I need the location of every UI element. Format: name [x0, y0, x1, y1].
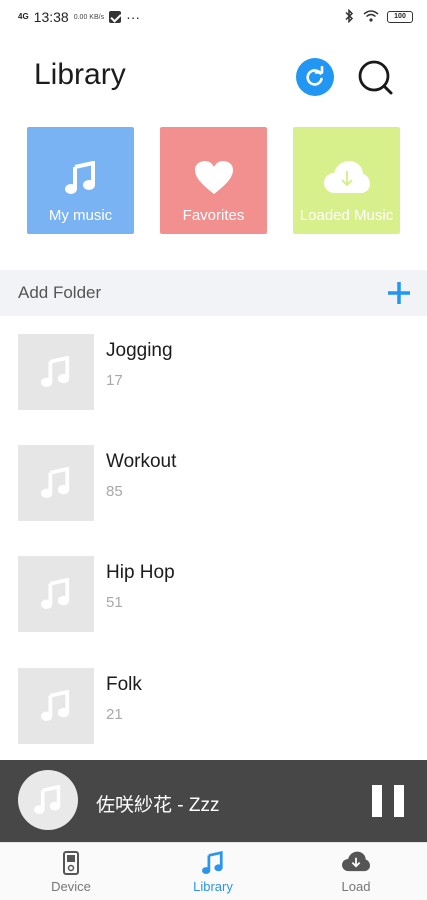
refresh-button[interactable] [296, 58, 334, 96]
tile-favorites[interactable]: Favorites [160, 127, 267, 234]
cloud-download-icon [342, 851, 370, 872]
plus-icon [388, 282, 410, 304]
wifi-icon [363, 9, 379, 25]
playlist-count: 85 [106, 483, 123, 500]
tile-label: My music [48, 207, 113, 224]
playlist-count: 17 [106, 372, 123, 389]
music-note-icon [64, 161, 95, 194]
playlist-title: Hip Hop [106, 562, 175, 583]
search-button[interactable] [356, 58, 396, 98]
add-folder-label: Add Folder [18, 283, 102, 302]
playlist-thumbnail [18, 334, 94, 410]
heart-icon [194, 161, 233, 194]
add-folder-button[interactable] [387, 281, 411, 305]
pause-bar-left [372, 785, 382, 817]
bluetooth-icon [343, 8, 355, 26]
playlist-title: Folk [106, 674, 142, 695]
music-note-icon [34, 785, 61, 814]
now-playing-bar[interactable]: 佐咲紗花 - Zzz [0, 760, 427, 842]
tile-loaded-music[interactable]: Loaded Music [293, 127, 400, 234]
nav-load[interactable]: Load [285, 843, 427, 900]
status-left: 4G 13:38 0.00 KB/s ··· [18, 9, 140, 25]
nav-label: Device [51, 879, 91, 894]
music-note-icon [41, 467, 70, 498]
music-note-icon [41, 690, 70, 721]
playlist-thumbnail [18, 556, 94, 632]
battery-icon: 100 [387, 11, 413, 23]
playlist-title: Jogging [106, 340, 173, 361]
list-item[interactable]: Workout 85 [0, 427, 427, 537]
tile-label: Loaded Music [299, 207, 394, 224]
nav-device[interactable]: Device [0, 843, 142, 900]
status-right: 100 [343, 8, 413, 26]
playlist-title: Workout [106, 451, 177, 472]
add-folder-bar[interactable]: Add Folder [0, 270, 427, 316]
library-tiles: My music Favorites Loaded Music [0, 127, 427, 235]
page-title: Library [34, 58, 126, 91]
status-bar: 4G 13:38 0.00 KB/s ··· 100 [0, 0, 427, 34]
search-icon [358, 60, 393, 95]
now-playing-title: 佐咲紗花 - Zzz [96, 795, 220, 816]
tile-label: Favorites [182, 207, 245, 224]
pause-bar-right [394, 785, 404, 817]
playlist-count: 51 [106, 594, 123, 611]
pause-button[interactable] [372, 785, 406, 817]
list-item[interactable]: Folk 21 [0, 650, 427, 760]
playlist-count: 21 [106, 706, 123, 723]
now-playing-artwork [18, 770, 78, 830]
list-item[interactable]: Hip Hop 51 [0, 538, 427, 648]
nav-label: Library [193, 879, 233, 894]
bottom-nav: Device Library Load [0, 842, 427, 900]
status-time: 13:38 [33, 9, 69, 25]
list-item[interactable]: Jogging 17 [0, 316, 427, 426]
playlist-thumbnail [18, 445, 94, 521]
nav-label: Load [341, 879, 371, 894]
nav-library[interactable]: Library [142, 843, 284, 900]
device-icon [63, 851, 79, 875]
refresh-icon [306, 66, 324, 86]
music-note-icon [41, 578, 70, 609]
network-indicator: 4G [18, 12, 29, 21]
tile-my-music[interactable]: My music [27, 127, 134, 234]
playlist-thumbnail [18, 668, 94, 744]
cloud-download-icon [323, 161, 370, 193]
net-speed: 0.00 KB/s [73, 13, 105, 21]
more-notifications: ··· [126, 9, 141, 25]
notification-icon [109, 11, 122, 23]
music-note-icon [202, 851, 223, 874]
music-note-icon [41, 356, 70, 387]
